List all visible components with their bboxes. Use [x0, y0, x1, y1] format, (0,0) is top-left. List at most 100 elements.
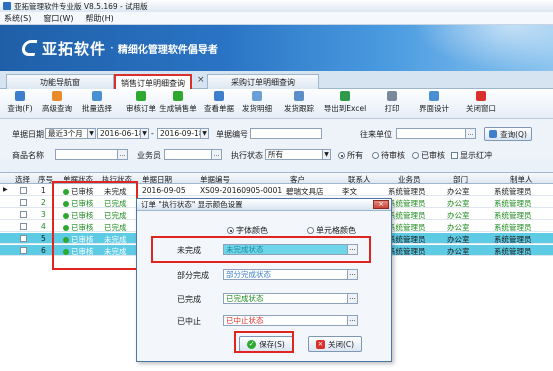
toolbar-icon [340, 91, 350, 101]
row-checkbox[interactable] [20, 223, 27, 230]
color-picker-field[interactable]: 已中止状态... [223, 315, 358, 326]
toolbar-button-9[interactable]: 打印 [372, 91, 412, 114]
dialog-title: 订单 "执行状态" 显示颜色设置 [141, 200, 243, 209]
toolbar-button-1[interactable]: 高级查询 [37, 91, 77, 114]
date-range-value: 最近3个月 [48, 129, 83, 138]
column-header[interactable]: 制单人 [510, 174, 533, 185]
column-header[interactable]: 选择 [15, 174, 30, 185]
toolbar-button-label: 生成销售单 [159, 104, 197, 113]
radio-font-color[interactable]: 字体颜色 [227, 225, 268, 236]
toolbar-button-5[interactable]: 查看单据 [199, 91, 239, 114]
toolbar-button-11[interactable]: 关闭窗口 [461, 91, 501, 114]
brand-separator: · [110, 41, 114, 55]
highlight-status-columns [52, 181, 138, 270]
column-header[interactable]: 业务员 [398, 174, 421, 185]
cell-sales: 系统管理员 [388, 199, 426, 208]
toolbar-button-2[interactable]: 批量选择 [77, 91, 117, 114]
product-input[interactable]: ... [55, 149, 128, 160]
column-header[interactable]: 联系人 [348, 174, 371, 185]
exec-status-select[interactable]: 所有 ▼ [265, 149, 331, 160]
cell-sales: 系统管理员 [388, 235, 426, 244]
menu-window[interactable]: 窗口(W) [43, 13, 73, 24]
toolbar-button-8[interactable]: 导出到Excel [324, 91, 366, 114]
toolbar-button-3[interactable]: 审核订单 [121, 91, 161, 114]
cell-dept: 办公室 [447, 235, 470, 244]
radio-cell-color[interactable]: 单元格颜色 [307, 225, 356, 236]
close-button[interactable]: × 关闭(C) [308, 336, 362, 352]
search-icon [489, 130, 498, 138]
radio-pending-label: 待审核 [381, 151, 405, 160]
cell-no: 3 [41, 210, 46, 219]
date-from-field[interactable]: 2016-06-18 ▼ [97, 128, 149, 139]
tab-sales-order-query[interactable]: 销售订单明细查询 [114, 74, 192, 90]
column-header[interactable]: 部门 [453, 174, 468, 185]
tab-function-navigator[interactable]: 功能导航窗 [6, 74, 114, 89]
cell-no: 5 [41, 234, 46, 243]
date-range-select[interactable]: 最近3个月 ▼ [45, 128, 96, 139]
column-header[interactable]: 单据日期 [142, 174, 172, 185]
cell-dept: 办公室 [447, 247, 470, 256]
toolbar-button-4[interactable]: 生成销售单 [158, 91, 198, 114]
toolbar-icon [252, 91, 262, 101]
cell-customer: 碧瑞文具店 [286, 187, 324, 196]
date-to-value: 2016-09-18 [160, 129, 204, 138]
toolbar-button-10[interactable]: 界面设计 [414, 91, 454, 114]
row-checkbox[interactable] [20, 199, 27, 206]
brand-logo-icon [20, 40, 38, 56]
product-label: 商品名称 [12, 151, 44, 160]
toolbar-icon [294, 91, 304, 101]
radio-pending[interactable]: 待审核 [372, 150, 405, 161]
ellipsis-icon[interactable]: ... [347, 316, 357, 325]
ellipsis-icon[interactable]: ... [117, 150, 127, 159]
menu-help[interactable]: 帮助(H) [85, 13, 113, 24]
toolbar-button-label: 批量选择 [82, 104, 112, 113]
date-separator: - [151, 129, 154, 138]
doc-no-input[interactable] [250, 128, 322, 139]
radio-cell-label: 单元格颜色 [316, 226, 356, 235]
tab-purchase-order-query[interactable]: 采购订单明细查询 [207, 74, 319, 89]
cell-sales: 系统管理员 [388, 187, 426, 196]
radio-all[interactable]: 所有 [338, 150, 363, 161]
salesman-input[interactable]: ... [164, 149, 222, 160]
ellipsis-icon[interactable]: ... [347, 270, 357, 279]
column-header[interactable]: 单据编号 [200, 174, 230, 185]
chevron-down-icon: ▼ [322, 150, 330, 159]
radio-all-label: 所有 [347, 151, 363, 160]
query-button-label: 查询(Q) [500, 129, 527, 139]
chevron-down-icon: ▼ [87, 129, 95, 138]
tab-close-icon[interactable]: × [197, 75, 205, 85]
toolbar-button-0[interactable]: 查询(F) [0, 91, 40, 114]
exec-status-value: 所有 [268, 150, 283, 159]
row-checkbox[interactable] [20, 187, 27, 194]
color-row-label: 已完成 [177, 295, 201, 304]
column-header[interactable]: 序号 [38, 174, 53, 185]
radio-approved-label: 已审核 [421, 151, 445, 160]
color-picker-field[interactable]: 已完成状态... [223, 293, 358, 304]
ellipsis-icon[interactable]: ... [347, 294, 357, 303]
toolbar-button-6[interactable]: 发货明细 [237, 91, 277, 114]
chevron-down-icon: ▼ [200, 129, 208, 138]
date-to-field[interactable]: 2016-09-18 ▼ [157, 128, 209, 139]
tab-label: 销售订单明细查询 [121, 78, 185, 88]
ellipsis-icon[interactable]: ... [465, 129, 475, 138]
cell-dept: 办公室 [447, 187, 470, 196]
menu-system[interactable]: 系统(S) [4, 13, 31, 24]
query-button[interactable]: 查询(Q) [484, 127, 532, 141]
ellipsis-icon[interactable]: ... [211, 150, 221, 159]
column-header[interactable]: 客户 [290, 174, 305, 185]
color-picker-field[interactable]: 部分完成状态... [223, 269, 358, 280]
show-red-label: 显示红冲 [460, 151, 492, 160]
row-checkbox[interactable] [20, 247, 27, 254]
row-checkbox[interactable] [20, 211, 27, 218]
toolbar-icon [173, 91, 183, 101]
row-checkbox[interactable] [20, 235, 27, 242]
show-red-checkbox[interactable]: 显示红冲 [451, 150, 492, 161]
radio-approved[interactable]: 已审核 [412, 150, 445, 161]
date-from-value: 2016-06-18 [100, 129, 144, 138]
toolbar-button-7[interactable]: 发货跟踪 [279, 91, 319, 114]
toolbar-icon [214, 91, 224, 101]
partner-input[interactable]: ... [396, 128, 476, 139]
dialog-close-icon[interactable]: × [373, 200, 389, 209]
color-sample-text: 已完成状态 [226, 294, 264, 303]
filter-panel: 单据日期 最近3个月 ▼ 2016-06-18 ▼ - 2016-09-18 ▼… [0, 119, 553, 161]
